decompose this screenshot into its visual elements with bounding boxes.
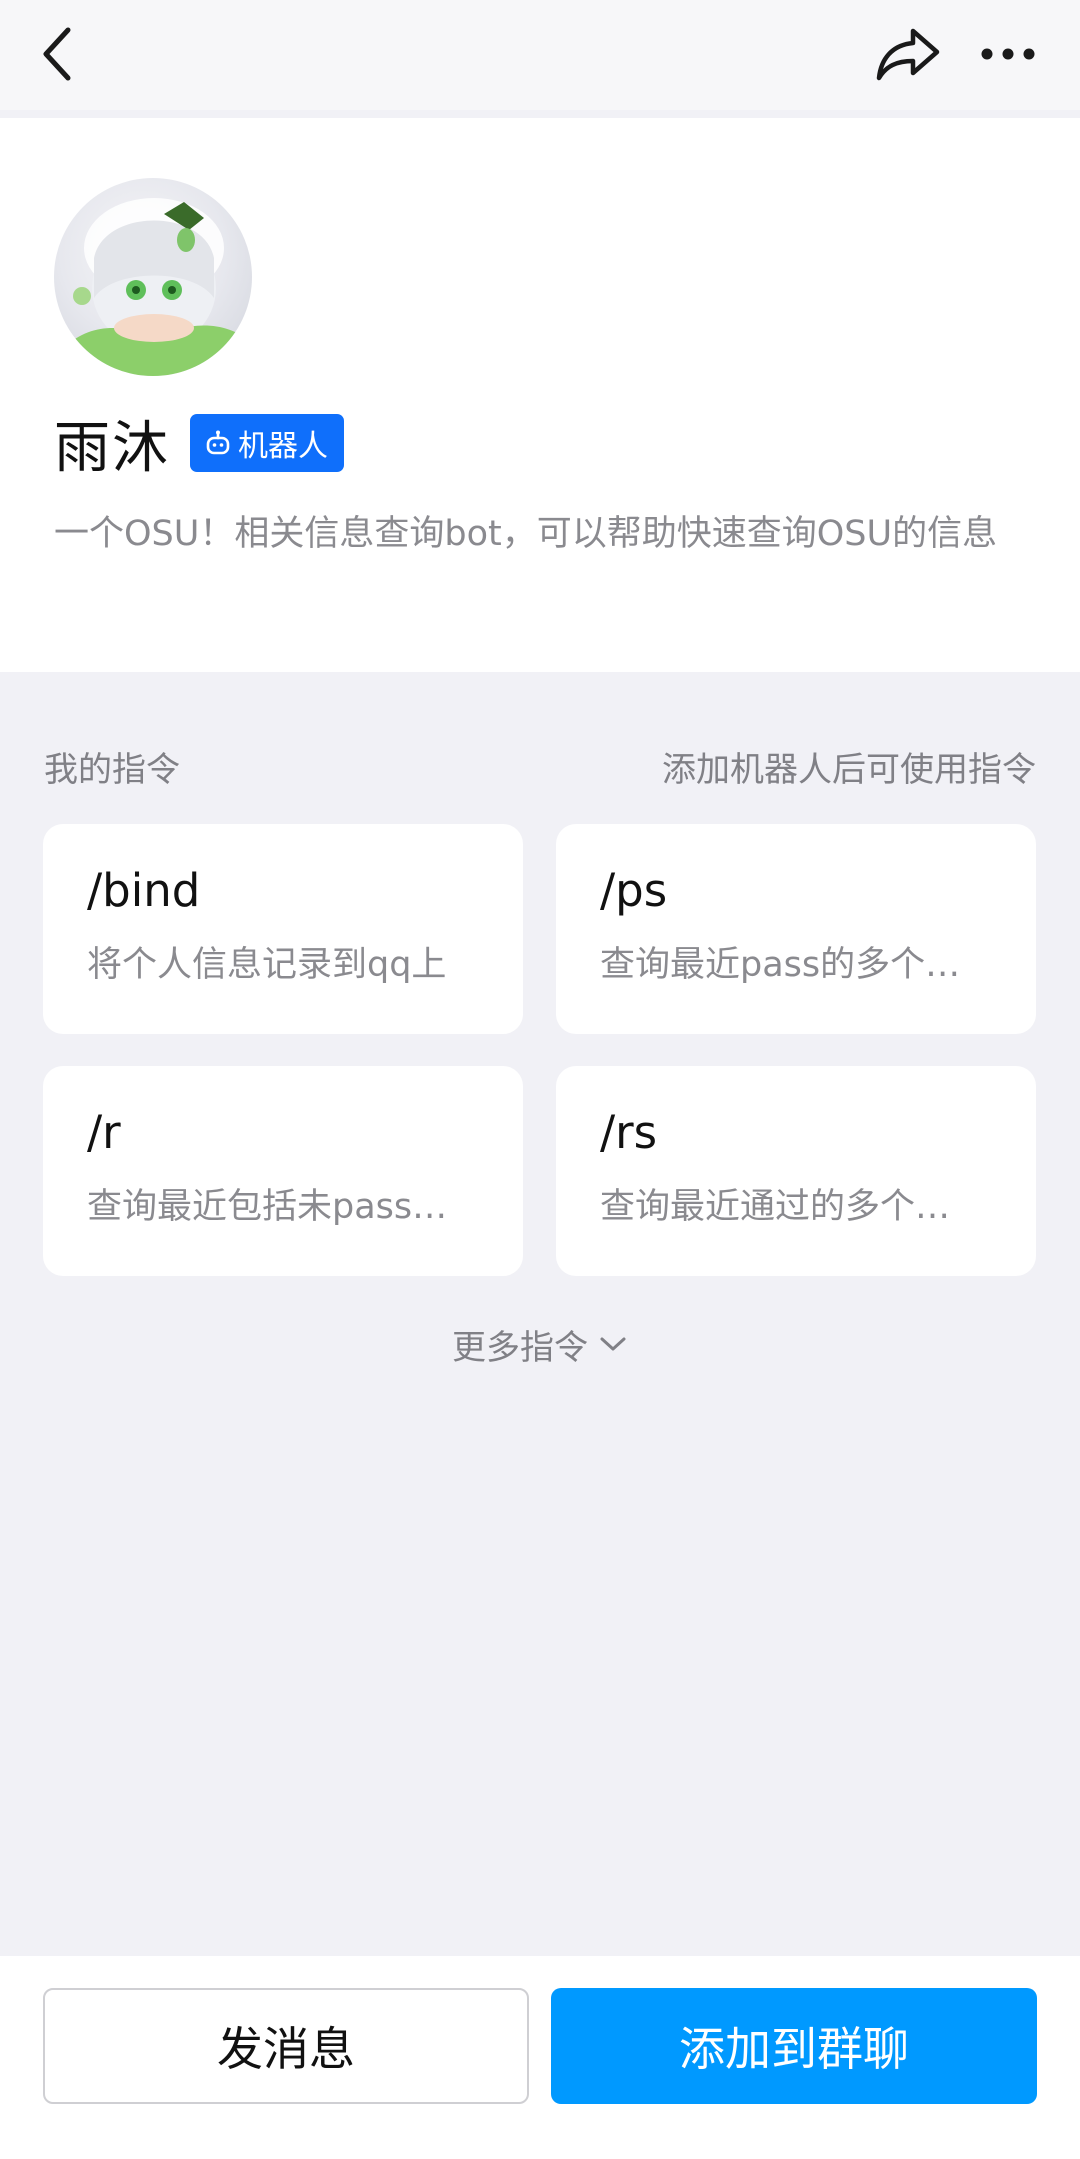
more-commands-button[interactable]: 更多指令 bbox=[430, 1316, 650, 1372]
command-name: /r bbox=[87, 1106, 121, 1159]
send-message-button[interactable]: 发消息 bbox=[43, 1988, 529, 2104]
command-card-r[interactable]: /r 查询最近包括未pass… bbox=[43, 1066, 523, 1276]
avatar-illustration bbox=[54, 198, 252, 376]
commands-header: 我的指令 添加机器人后可使用指令 bbox=[44, 736, 1036, 796]
command-description: 查询最近通过的多个… bbox=[600, 1187, 951, 1227]
bot-profile-page: 雨沐 机器人 一个OSU！相关信息查询bot，可以帮助快速查询OSU的信息 我的… bbox=[0, 0, 1080, 2159]
more-button[interactable] bbox=[966, 14, 1050, 94]
robot-icon bbox=[204, 429, 232, 457]
more-dots-icon bbox=[981, 48, 1035, 60]
add-to-group-button[interactable]: 添加到群聊 bbox=[551, 1988, 1037, 2104]
name-row: 雨沐 机器人 bbox=[54, 408, 344, 481]
profile-card: 雨沐 机器人 一个OSU！相关信息查询bot，可以帮助快速查询OSU的信息 bbox=[0, 118, 1080, 672]
chevron-down-icon bbox=[598, 1334, 628, 1354]
command-name: /bind bbox=[87, 864, 201, 917]
commands-hint: 添加机器人后可使用指令 bbox=[662, 749, 1036, 790]
share-button[interactable] bbox=[866, 14, 950, 94]
back-button[interactable] bbox=[26, 18, 90, 90]
command-description: 将个人信息记录到qq上 bbox=[87, 945, 447, 985]
command-card-rs[interactable]: /rs 查询最近通过的多个… bbox=[556, 1066, 1036, 1276]
command-name: /ps bbox=[600, 864, 668, 917]
bot-name: 雨沐 bbox=[54, 415, 170, 481]
command-card-bind[interactable]: /bind 将个人信息记录到qq上 bbox=[43, 824, 523, 1034]
command-name: /rs bbox=[600, 1106, 658, 1159]
top-nav-bar bbox=[0, 0, 1080, 110]
commands-section-title: 我的指令 bbox=[44, 749, 180, 790]
bot-badge: 机器人 bbox=[190, 414, 344, 472]
avatar[interactable] bbox=[54, 178, 252, 376]
bot-badge-label: 机器人 bbox=[238, 429, 328, 464]
command-description: 查询最近包括未pass… bbox=[87, 1187, 448, 1227]
more-commands-label: 更多指令 bbox=[452, 1327, 588, 1368]
chevron-left-icon bbox=[43, 27, 71, 81]
bottom-action-bar: 发消息 添加到群聊 bbox=[0, 1956, 1080, 2159]
bot-description: 一个OSU！相关信息查询bot，可以帮助快速查询OSU的信息 bbox=[54, 514, 998, 554]
share-icon bbox=[876, 28, 940, 81]
command-card-ps[interactable]: /ps 查询最近pass的多个… bbox=[556, 824, 1036, 1034]
command-description: 查询最近pass的多个… bbox=[600, 945, 961, 985]
